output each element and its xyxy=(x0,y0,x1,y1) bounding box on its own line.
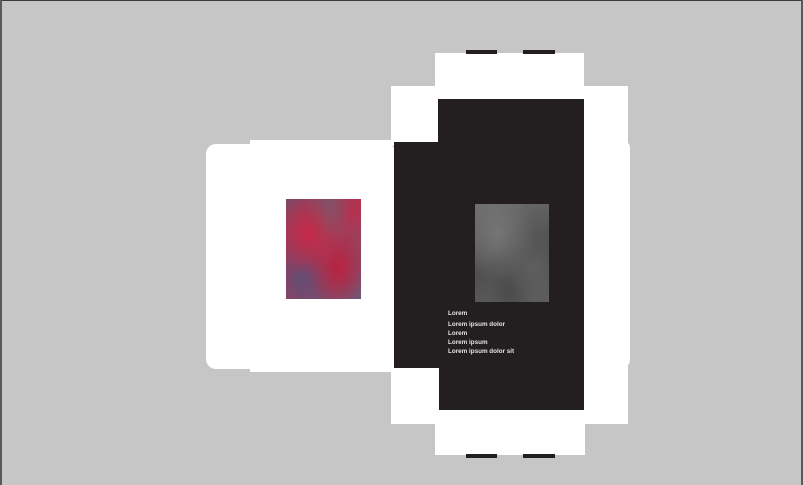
bottom-slot-tab-right xyxy=(523,454,555,458)
pasteboard-canvas[interactable]: Lorem Lorem ipsum dolor Lorem Lorem ipsu… xyxy=(0,0,803,485)
text-line-1: Lorem xyxy=(448,310,468,317)
text-line-2: Lorem ipsum dolor xyxy=(448,320,506,328)
left-panel-bottom-flap xyxy=(250,366,396,372)
front-artwork-image[interactable] xyxy=(286,199,361,299)
left-panel-top-flap xyxy=(250,140,396,146)
right-glue-flap[interactable] xyxy=(580,140,630,368)
bottom-slot-tab-left xyxy=(466,454,497,458)
back-panel-text-block[interactable]: Lorem Lorem ipsum dolor Lorem Lorem ipsu… xyxy=(448,309,514,357)
back-panel-bottom-strip xyxy=(439,366,584,410)
bottom-tuck-flap[interactable] xyxy=(435,405,585,455)
back-artwork-image[interactable] xyxy=(475,204,549,302)
text-line-5: Lorem ipsum dolor sit xyxy=(448,348,515,356)
text-line-3: Lorem xyxy=(448,329,468,337)
text-line-4: Lorem ipsum xyxy=(448,339,488,347)
top-slot-tab-right xyxy=(523,50,555,54)
back-panel-top-strip xyxy=(438,99,584,144)
top-slot-tab-left xyxy=(466,50,497,54)
